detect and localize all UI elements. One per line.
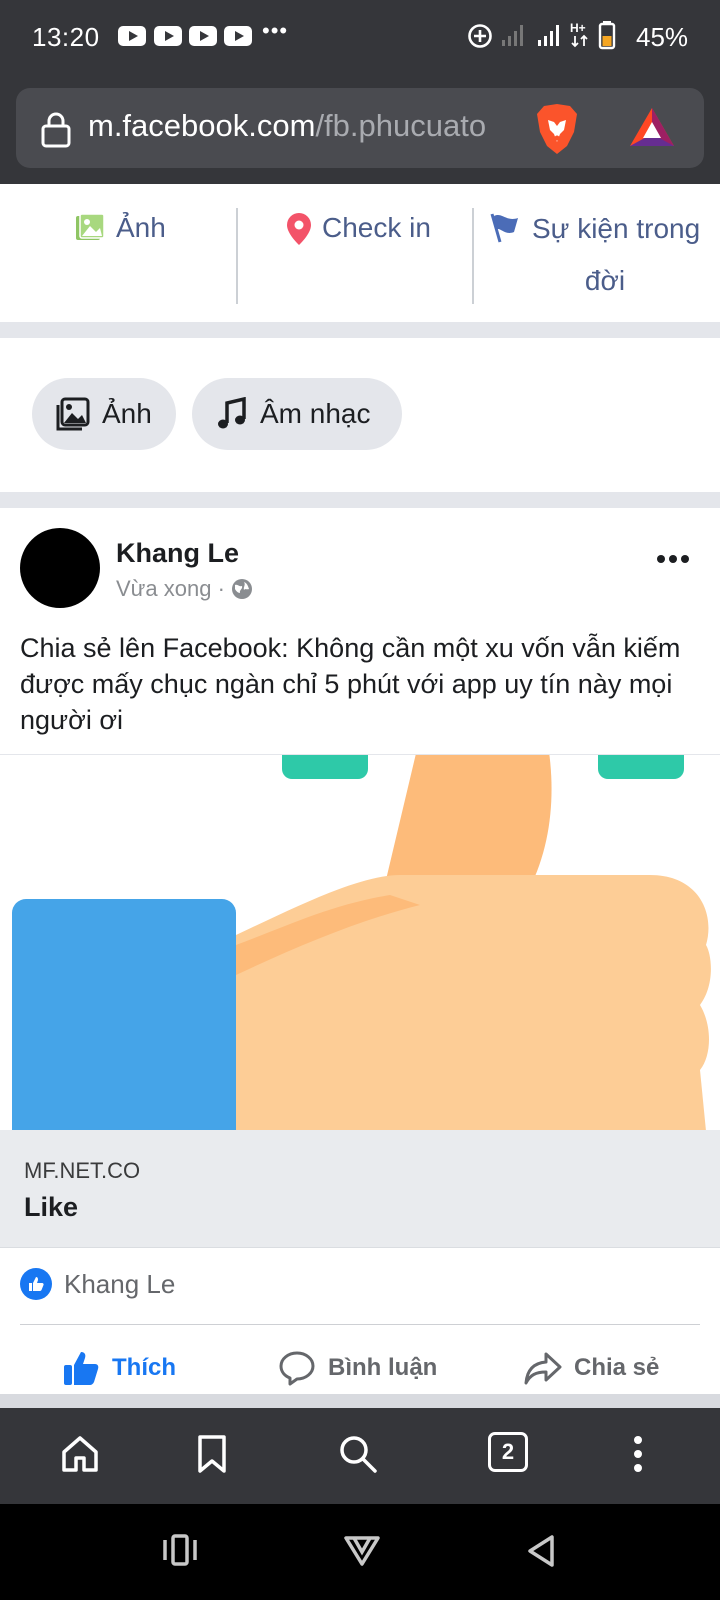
music-note-icon [216,397,248,431]
divider [236,208,238,304]
url-text[interactable]: m.facebook.com/fb.phucuato [88,108,486,144]
post-header: Khang Le Vừa xong · Chia sẻ lên Facebook… [0,508,720,754]
brave-lion-icon[interactable] [534,102,580,156]
section-gap [0,1394,720,1408]
share-button[interactable]: Chia sẻ [524,1338,659,1398]
thumbs-up-icon [62,1349,100,1387]
divider [20,1324,700,1325]
link-preview-image[interactable] [0,754,720,1130]
like-reaction-icon [20,1268,52,1300]
menu-icon[interactable] [630,1434,646,1474]
tabs-icon[interactable]: 2 [488,1432,528,1472]
post-author[interactable]: Khang Le [116,538,239,569]
reaction-name: Khang Le [64,1268,176,1299]
life-event-label: Sự kiện trong [532,213,701,244]
system-navigation-bar [0,1504,720,1600]
home-logo-icon[interactable] [344,1534,380,1568]
like-button[interactable]: Thích [62,1338,176,1398]
checkin-action[interactable]: Check in [286,212,431,253]
bookmark-icon[interactable] [196,1434,228,1474]
chip-music[interactable]: Âm nhạc [192,378,402,450]
post-meta: Vừa xong · [116,576,253,602]
link-preview-box[interactable]: MF.NET.CO Like [0,1130,720,1248]
thumbs-up-illustration [12,755,711,1130]
life-event-action[interactable]: Sự kiện trong đời [490,206,716,304]
avatar[interactable] [20,528,100,608]
tab-count: 2 [501,1439,515,1464]
section-gap [0,322,720,338]
photo-icon [74,212,106,251]
signal-icon [502,25,523,46]
back-icon[interactable] [526,1534,556,1568]
like-button-label: Thích [112,1354,176,1381]
address-bar[interactable]: m.facebook.com/fb.phucuato [16,88,704,168]
photos-icon [56,397,90,431]
photo-action[interactable]: Ảnh [74,212,166,251]
browser-bottom-toolbar: 2 [0,1408,720,1504]
share-button-label: Chia sẻ [574,1354,660,1381]
signal-icon [538,25,559,46]
section-gap [0,492,720,508]
chip-photos-label: Ảnh [102,398,152,429]
checkin-action-label: Check in [322,212,431,243]
url-host: m.facebook.com [88,108,316,143]
post-time[interactable]: Vừa xong · [116,576,225,602]
recents-icon[interactable] [162,1534,198,1566]
comment-icon [278,1349,316,1387]
battery-icon [598,21,616,50]
bat-token-icon[interactable] [628,106,676,150]
comment-button[interactable]: Bình luận [278,1338,437,1398]
composer-actions: Ảnh Check in Sự kiện trong đời [0,184,720,322]
reaction-summary[interactable]: Khang Le [20,1268,175,1300]
share-icon [524,1349,562,1387]
overflow-dots: ••• [262,18,289,43]
link-title: Like [24,1192,79,1222]
data-saver-icon [468,24,492,48]
chip-music-label: Âm nhạc [260,398,371,429]
globe-icon [231,579,252,599]
photo-action-label: Ảnh [116,212,166,243]
youtube-icon [189,26,217,46]
link-domain: MF.NET.CO [24,1158,141,1183]
battery-percent: 45% [636,22,689,52]
home-icon[interactable] [60,1434,100,1474]
post-text: Chia sẻ lên Facebook: Không cần một xu v… [20,633,681,735]
svg-text:H+: H+ [570,21,586,35]
youtube-icon [118,26,146,46]
flag-icon [490,212,522,258]
divider [472,208,474,304]
youtube-icon [154,26,182,46]
lock-icon[interactable] [40,110,72,148]
browser-toolbar: m.facebook.com/fb.phucuato [0,76,720,184]
more-options-icon[interactable] [656,554,690,564]
status-bar: 13:20 ••• H+ 45% [0,0,720,76]
comment-button-label: Bình luận [328,1354,438,1381]
location-pin-icon [286,212,312,253]
youtube-icon [224,26,252,46]
chip-photos[interactable]: Ảnh [32,378,176,450]
search-icon[interactable] [338,1434,378,1474]
url-path: /fb.phucuato [315,108,487,143]
life-event-label-line2: đời [584,265,626,296]
media-chips: Ảnh Âm nhạc [0,338,720,492]
status-time: 13:20 [32,22,100,52]
hplus-icon: H+ [570,21,588,48]
